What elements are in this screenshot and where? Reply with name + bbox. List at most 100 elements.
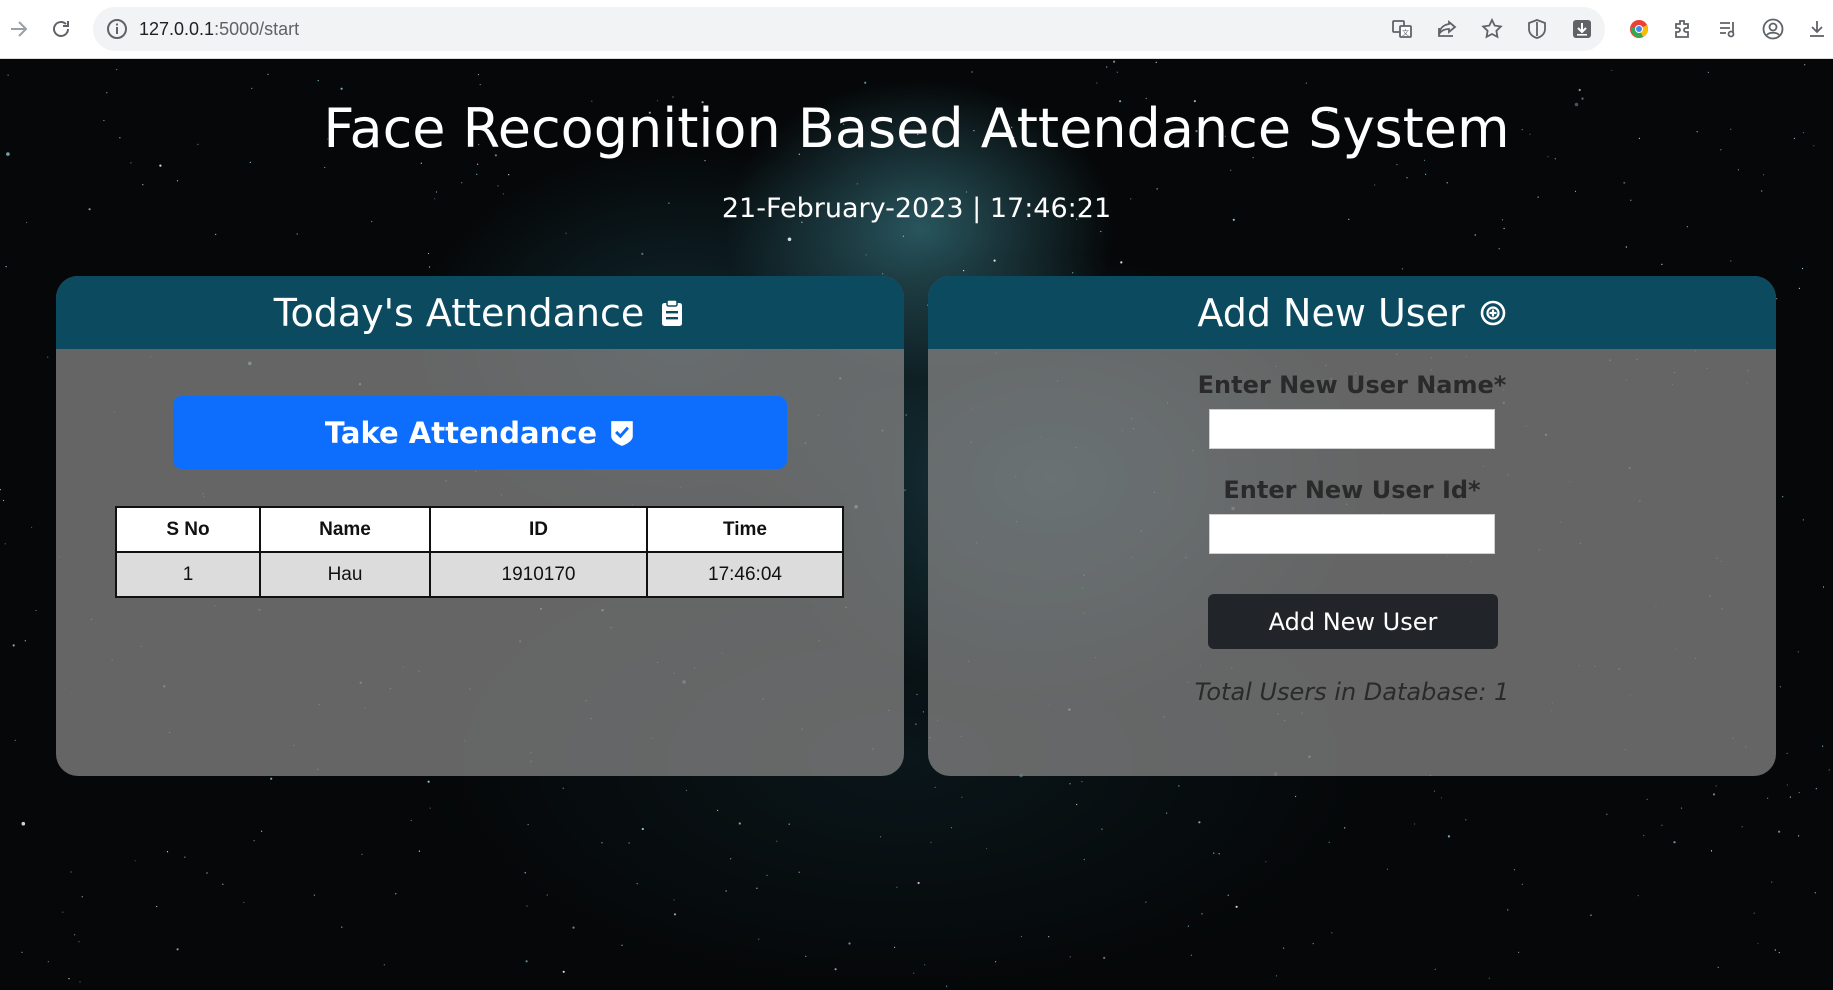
star-dot [1680,807,1683,809]
star-dot [361,853,363,856]
star-dot [673,913,677,916]
attendance-card: Today's Attendance Take Attendance S No … [56,276,904,776]
star-dot [1401,268,1403,270]
chrome-extension-icon[interactable] [1620,10,1658,48]
new-user-id-input[interactable] [1209,514,1495,554]
star-dot [756,887,758,889]
star-dot [1106,66,1108,68]
share-icon[interactable] [1428,10,1466,48]
star-dot [673,899,675,901]
star-dot [1804,64,1806,66]
star-dot [1782,496,1784,498]
star-dot [476,173,478,175]
star-dot [946,985,948,987]
star-dot [1798,791,1800,794]
star-dot [1406,177,1408,179]
column-header: Name [259,506,431,553]
star-dot [427,780,430,783]
star-dot [1101,828,1103,830]
star-dot [986,847,988,850]
plus-circle-icon [1479,299,1507,327]
star-dot [1096,82,1098,84]
extensions-puzzle-icon[interactable] [1664,10,1702,48]
star-dot [166,851,169,853]
add-user-heading: Add New User [1197,290,1465,335]
downloads-icon[interactable] [1798,10,1833,48]
star-dot [1156,188,1158,190]
star-dot [1789,796,1791,798]
star-dot [995,961,997,963]
star-dot [1710,850,1713,852]
star-dot [1686,226,1688,228]
star-dot [1344,827,1346,829]
star-dot [1447,835,1450,838]
star-dot [7,74,9,76]
star-dot [479,84,481,86]
star-dot [1611,69,1613,71]
add-new-user-button[interactable]: Add New User [1208,594,1498,649]
star-dot [717,809,719,811]
star-dot [1798,287,1800,289]
star-dot [313,894,315,896]
star-dot [963,270,965,272]
star-dot [1328,841,1330,843]
star-dot [1446,182,1448,184]
star-dot [410,819,412,822]
star-dot [47,356,49,358]
star-dot [1741,826,1743,828]
star-dot [1802,519,1804,521]
star-dot [78,941,80,943]
star-dot [1763,174,1765,176]
translate-icon[interactable]: 文 [1383,10,1421,48]
reading-list-icon[interactable] [1709,10,1747,48]
star-dot [508,174,510,176]
reload-icon[interactable] [42,10,80,48]
star-dot [1474,234,1476,236]
star-dot [1822,586,1825,588]
star-dot [1081,781,1083,783]
column-header: ID [429,506,648,553]
star-dot [1414,823,1416,825]
check-shield-icon [609,419,635,447]
star-dot [21,821,26,826]
star-dot [1814,892,1816,894]
new-user-name-input[interactable] [1209,409,1495,449]
forward-icon[interactable] [0,10,38,48]
profile-avatar-icon[interactable] [1754,10,1792,48]
star-dot [1623,181,1626,184]
download-extension-icon[interactable] [1563,10,1601,48]
star-dot [525,960,528,963]
star-dot [159,164,162,167]
add-user-card: Add New User Enter New User Name* Enter … [928,276,1776,776]
star-dot [930,841,932,843]
take-attendance-button[interactable]: Take Attendance [173,396,787,469]
star-dot [31,526,33,528]
star-dot [1283,947,1285,949]
star-dot [1513,869,1515,871]
star-dot [206,872,208,874]
star-dot [1507,909,1509,911]
star-dot [848,942,851,945]
star-dot [905,414,907,416]
star-dot [527,824,529,826]
star-dot [1465,819,1467,821]
star-dot [641,827,644,831]
star-dot [4,543,6,545]
bookmark-star-icon[interactable] [1473,10,1511,48]
star-dot [35,609,37,612]
star-dot [1386,868,1388,870]
star-dot [497,185,499,187]
star-dot [1440,797,1443,799]
info-icon[interactable] [105,17,129,41]
star-dot [766,874,768,877]
star-dot [993,259,996,262]
url-text[interactable]: 127.0.0.1:5000/start [139,19,299,40]
star-dot [1828,769,1830,771]
address-bar[interactable]: 127.0.0.1:5000/start [93,7,1605,51]
star-dot [856,183,858,185]
star-dot [864,81,867,84]
table-header-row: S No Name ID Time [115,506,844,553]
star-dot [1190,954,1192,956]
shield-icon[interactable] [1518,10,1556,48]
star-dot [1774,949,1776,951]
